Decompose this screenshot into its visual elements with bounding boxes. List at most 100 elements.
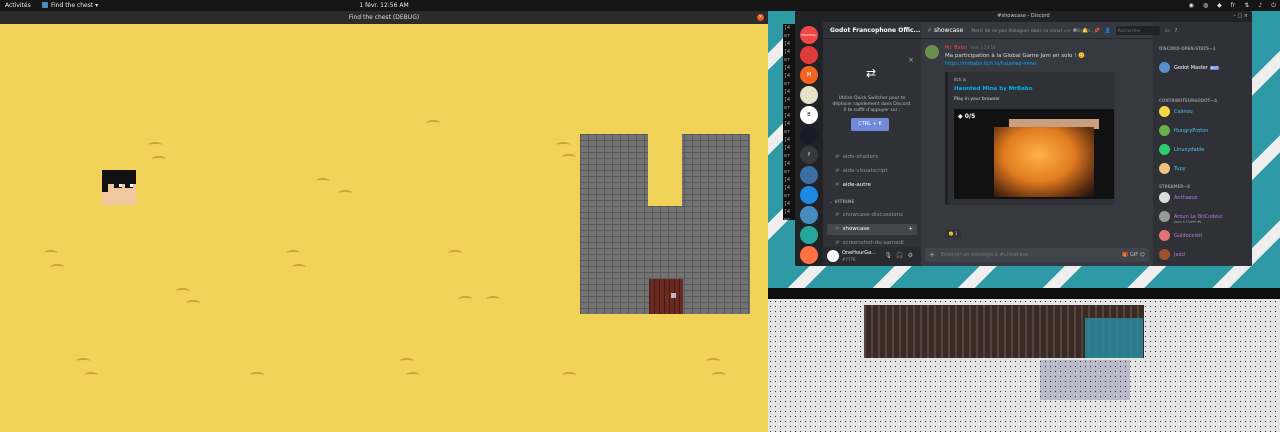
close-icon[interactable]: × xyxy=(757,14,764,21)
channel-sidebar[interactable]: Godot Francophone Offic... ⌄ × ⇄ Utilise… xyxy=(823,22,921,266)
server-icon[interactable] xyxy=(800,126,818,144)
member-category: DISCORD-OPEN-STATS—1 xyxy=(1159,46,1216,51)
volume-icon[interactable]: ♪ xyxy=(1258,0,1262,11)
grass-tuft xyxy=(486,296,500,302)
threads-icon[interactable]: # xyxy=(1073,28,1077,34)
inbox-icon[interactable]: ▭ xyxy=(1165,28,1170,34)
headphones-icon[interactable]: 🎧 xyxy=(896,252,907,259)
server-icon[interactable] xyxy=(800,246,818,264)
clock[interactable]: 1 févr. 12:56 AM xyxy=(0,0,768,11)
quick-switcher-text: Utilise Quick Switcher pour te déplacer … xyxy=(832,96,912,113)
server-icon[interactable]: B xyxy=(800,106,818,124)
grass-tuft xyxy=(84,372,98,378)
help-icon[interactable]: ? xyxy=(1175,28,1178,34)
window-controls[interactable]: – □ × xyxy=(1233,11,1248,22)
player-hair xyxy=(102,170,136,184)
gif-icon[interactable]: GIF xyxy=(1130,252,1138,258)
message-composer[interactable]: + Envoyer un message à #showcase 🎁 GIF ☺ xyxy=(925,248,1149,262)
server-icon[interactable] xyxy=(800,166,818,184)
user-avatar[interactable] xyxy=(827,250,839,262)
header-toolbar: # 🔔 📌 👤 Rechercher ▭ ? xyxy=(1073,22,1252,39)
chat-area[interactable]: # showcase Merci de ne pas dialoguer dan… xyxy=(921,22,1153,266)
close-icon[interactable]: × xyxy=(908,56,914,64)
emoji-icon[interactable]: ☺ xyxy=(1140,252,1145,258)
link-embed: itch.io Haunted Mine by MrBabo Play in y… xyxy=(945,72,1115,205)
mic-icon[interactable]: 🎙 xyxy=(885,252,897,259)
network-icon[interactable]: ⇅ xyxy=(1244,0,1249,11)
embed-image[interactable]: ◆ 0/5 xyxy=(954,109,1114,199)
discord-titlebar[interactable]: #showcase - Discord – □ × xyxy=(795,11,1252,22)
gear-icon[interactable]: ⚙ xyxy=(908,252,917,259)
add-member-icon[interactable]: + xyxy=(908,224,913,235)
category-label: VITRINE xyxy=(834,200,855,205)
grass-tuft xyxy=(562,372,576,378)
grass-tuft xyxy=(556,142,570,148)
second-monitor-bar xyxy=(768,288,1280,299)
user-tag: #7776 xyxy=(842,257,856,262)
terminal-line: [4 xyxy=(784,113,791,119)
member-item[interactable]: Linuxydable xyxy=(1159,144,1249,156)
quick-switcher-button[interactable]: CTRL + K xyxy=(851,118,889,131)
discord-window-title: #showcase - Discord xyxy=(997,13,1050,19)
server-icon[interactable]: M xyxy=(800,66,818,84)
steam-tray-icon[interactable]: ◍ xyxy=(1203,0,1208,11)
server-icon[interactable]: f xyxy=(800,146,818,164)
window-thumbnail[interactable] xyxy=(1040,360,1130,400)
server-name-header[interactable]: Godot Francophone Offic... ⌄ xyxy=(823,22,921,51)
upload-plus-icon[interactable]: + xyxy=(929,248,935,262)
members-icon[interactable]: 👤 xyxy=(1105,28,1111,34)
server-icon[interactable] xyxy=(800,226,818,244)
grass-tuft xyxy=(186,300,200,306)
channel-showcase[interactable]: # showcase + xyxy=(827,224,917,235)
channel-showcase-discussions[interactable]: # showcase-discussions xyxy=(827,210,917,221)
dropbox-tray-icon[interactable]: ◆ xyxy=(1217,0,1222,11)
member-item[interactable]: Calinou xyxy=(1159,106,1249,118)
member-avatar xyxy=(1159,192,1170,203)
castle-battlement-gap xyxy=(648,134,682,206)
discord-tray-icon[interactable]: ◉ xyxy=(1189,0,1194,11)
language-indicator[interactable]: fr xyxy=(1231,0,1236,11)
bell-icon[interactable]: 🔔 xyxy=(1082,28,1088,34)
power-icon[interactable]: ⏻ xyxy=(1271,0,1276,11)
server-icon[interactable] xyxy=(800,206,818,224)
channel-aide-shaders[interactable]: # aide-shaders xyxy=(827,152,917,163)
member-item[interactable]: Anthaeus xyxy=(1159,192,1249,204)
embed-title[interactable]: Haunted Mine by MrBabo xyxy=(954,86,1033,92)
member-item[interactable]: Jedd xyxy=(1159,249,1249,261)
server-icon[interactable] xyxy=(800,186,818,204)
message-link[interactable]: https://mrbabo.itch.io/haunted-mine xyxy=(945,61,1036,67)
member-status: Joue à FiveM 🎮 xyxy=(1174,220,1202,224)
reaction-chip[interactable]: 🙂 1 xyxy=(945,230,961,238)
discord-window[interactable]: #showcase - Discord – □ × NOUVEAU M Bf God… xyxy=(795,11,1252,266)
member-name: Guldoceleit xyxy=(1174,233,1203,239)
channel-aide-visualscript[interactable]: # aide-visualscript xyxy=(827,166,917,177)
member-item[interactable]: Aroun Le BriCodeur Joue à FiveM 🎮 xyxy=(1159,211,1249,224)
terminal-window[interactable]: [4 er [4 [4 er [4 [4 er [4 [4 er [4 [4 er [4 [4 er [4 er [4… xyxy=(783,24,795,220)
member-item[interactable]: Godot Master BOT xyxy=(1159,62,1249,74)
server-icon[interactable] xyxy=(800,86,818,104)
member-name: Jedd xyxy=(1174,252,1185,258)
grass-tuft xyxy=(448,250,462,256)
game-window-titlebar[interactable]: Find the chest (DEBUG) × xyxy=(0,11,768,24)
terminal-line: er xyxy=(784,57,791,63)
member-item[interactable]: Guldoceleit xyxy=(1159,230,1249,242)
server-icon[interactable]: NOUVEAU xyxy=(800,26,818,44)
pin-icon[interactable]: 📌 xyxy=(1093,28,1099,34)
member-avatar xyxy=(1159,144,1170,155)
door-knob xyxy=(671,293,676,298)
member-item[interactable]: HungryProton xyxy=(1159,125,1249,137)
category-vitrine[interactable]: ⌄ VITRINE xyxy=(829,200,855,205)
message-avatar[interactable] xyxy=(925,45,939,59)
server-icon[interactable] xyxy=(800,46,818,64)
system-tray[interactable]: ◉ ◍ ◆ fr ⇅ ♪ ⏻ xyxy=(1189,0,1276,11)
window-thumbnail[interactable] xyxy=(1085,318,1143,358)
gift-icon[interactable]: 🎁 xyxy=(1122,252,1128,258)
message-author[interactable]: Mr. Babo xyxy=(945,45,967,51)
channel-label: aide-shaders xyxy=(842,154,879,160)
search-input[interactable]: Rechercher xyxy=(1115,26,1160,35)
member-list[interactable]: # 🔔 📌 👤 Rechercher ▭ ? DISCORD-OPEN-STAT… xyxy=(1073,22,1252,266)
channel-aide-autre[interactable]: # aide-autre xyxy=(827,180,917,191)
member-item[interactable]: Tupy xyxy=(1159,163,1249,175)
server-list[interactable]: NOUVEAU M Bf xyxy=(795,22,823,266)
terminal-line: er xyxy=(784,81,791,87)
